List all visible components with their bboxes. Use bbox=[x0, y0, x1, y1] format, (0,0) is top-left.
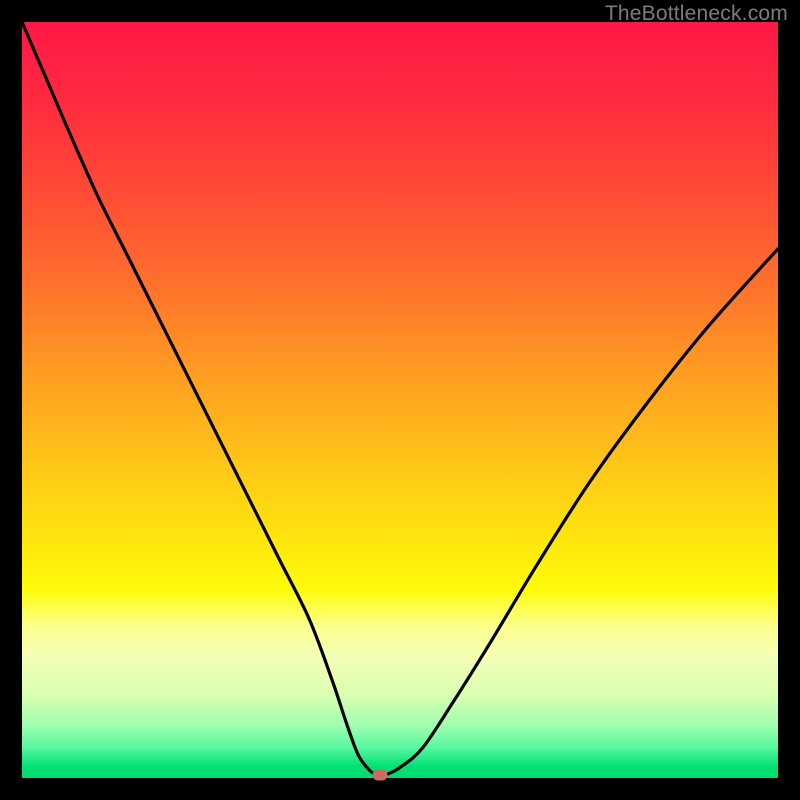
bottleneck-curve bbox=[22, 22, 778, 778]
plot-area bbox=[22, 22, 778, 778]
minimum-marker bbox=[372, 769, 387, 780]
chart-frame: TheBottleneck.com bbox=[0, 0, 800, 800]
